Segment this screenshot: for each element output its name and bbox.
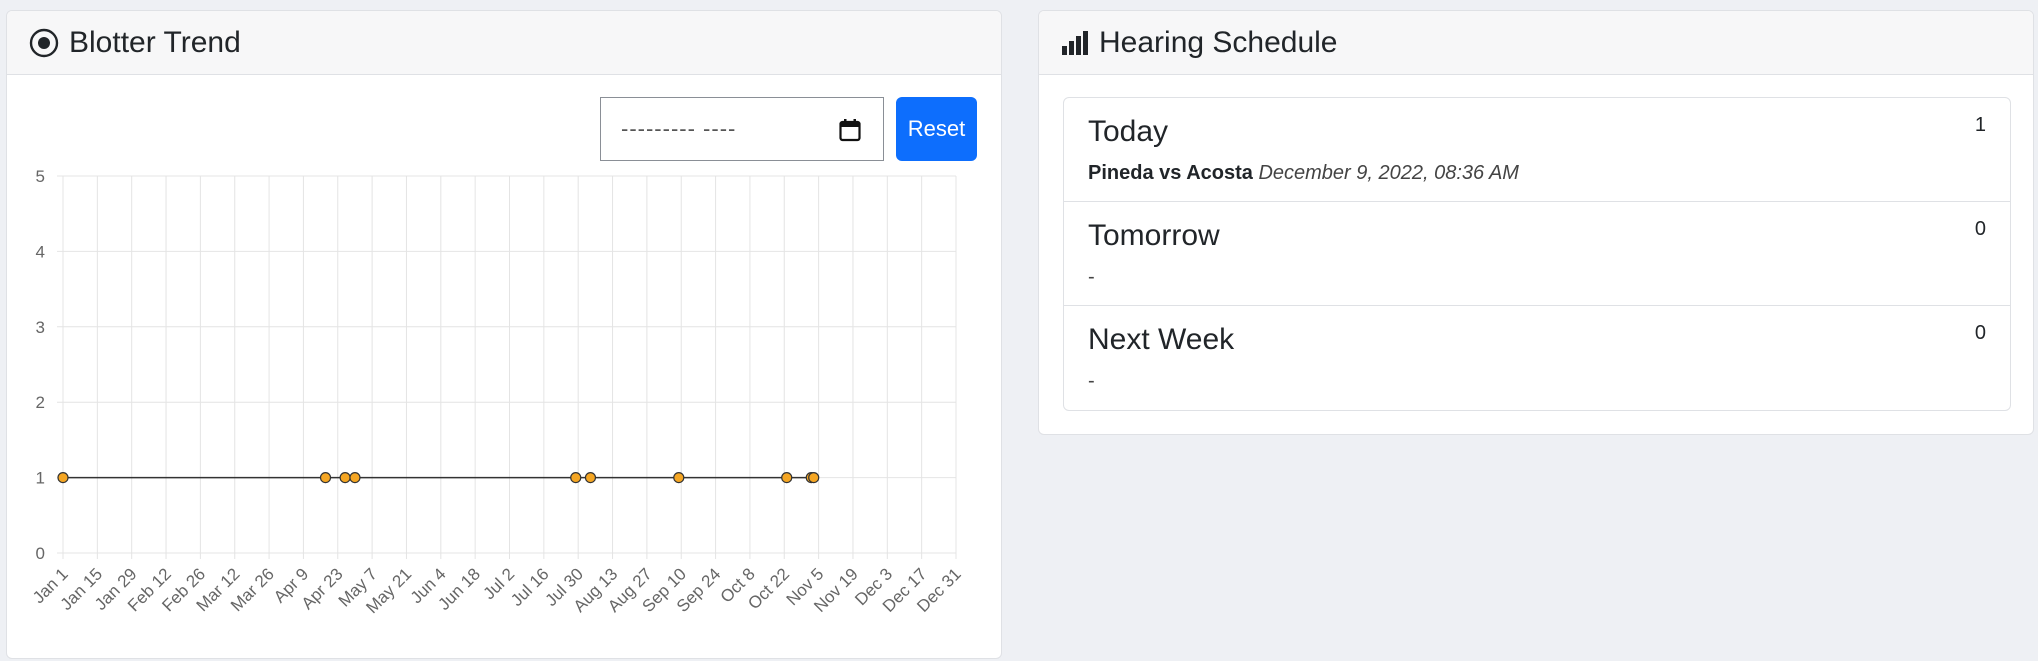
- data-point: [781, 472, 793, 484]
- hearing-item-label: Next Week: [1088, 323, 1235, 356]
- y-tick-label: 3: [36, 318, 45, 337]
- data-point: [584, 472, 597, 484]
- data-point: [808, 472, 820, 484]
- hearing-item-count: 1: [1974, 114, 1986, 136]
- y-tick-label: 1: [36, 469, 45, 488]
- hearing-schedule-card: Hearing Schedule Today 1 Pineda vs Acost…: [1038, 10, 2034, 435]
- y-tick-label: 4: [36, 242, 45, 261]
- hearing-case-name: Pineda vs Acosta: [1088, 162, 1253, 184]
- hearing-item-today: Today 1 Pineda vs Acosta December 9, 202…: [1064, 98, 2010, 202]
- hearing-case-datetime: December 9, 2022, 08:36 AM: [1258, 162, 1519, 184]
- hearing-item-next-week: Next Week 0 -: [1064, 306, 2010, 410]
- hearing-schedule-title: Hearing Schedule: [1099, 25, 1338, 59]
- hearing-list: Today 1 Pineda vs Acosta December 9, 202…: [1063, 97, 2011, 411]
- y-tick-label: 0: [36, 544, 45, 563]
- blotter-trend-card: Blotter Trend --------- ---- Reset 01234…: [6, 10, 1002, 659]
- y-tick-label: 5: [36, 167, 45, 186]
- data-point: [57, 472, 69, 484]
- blotter-trend-chart: 012345Jan 1Jan 15Jan 29Feb 12Feb 26Mar 1…: [29, 167, 965, 617]
- bar-chart-icon: [1061, 30, 1089, 56]
- data-point: [673, 472, 685, 484]
- data-point: [319, 472, 332, 484]
- hearing-item-label: Tomorrow: [1088, 219, 1220, 252]
- hearing-item-label: Today: [1088, 115, 1169, 148]
- y-tick-label: 2: [36, 393, 45, 412]
- hearing-item-count: 0: [1974, 218, 1986, 240]
- hearing-item-tomorrow: Tomorrow 0 -: [1064, 202, 2010, 306]
- data-point: [349, 472, 361, 484]
- hearing-item-empty: -: [1088, 370, 1095, 392]
- hearing-item-empty: -: [1088, 266, 1095, 288]
- hearing-schedule-header: Hearing Schedule: [1039, 11, 2033, 75]
- data-point: [570, 472, 582, 484]
- x-tick-label: Jul 16: [507, 564, 553, 610]
- hearing-item-count: 0: [1974, 322, 1986, 344]
- hearing-item-detail: Pineda vs Acosta December 9, 2022, 08:36…: [1088, 160, 1986, 186]
- data-point: [339, 472, 351, 484]
